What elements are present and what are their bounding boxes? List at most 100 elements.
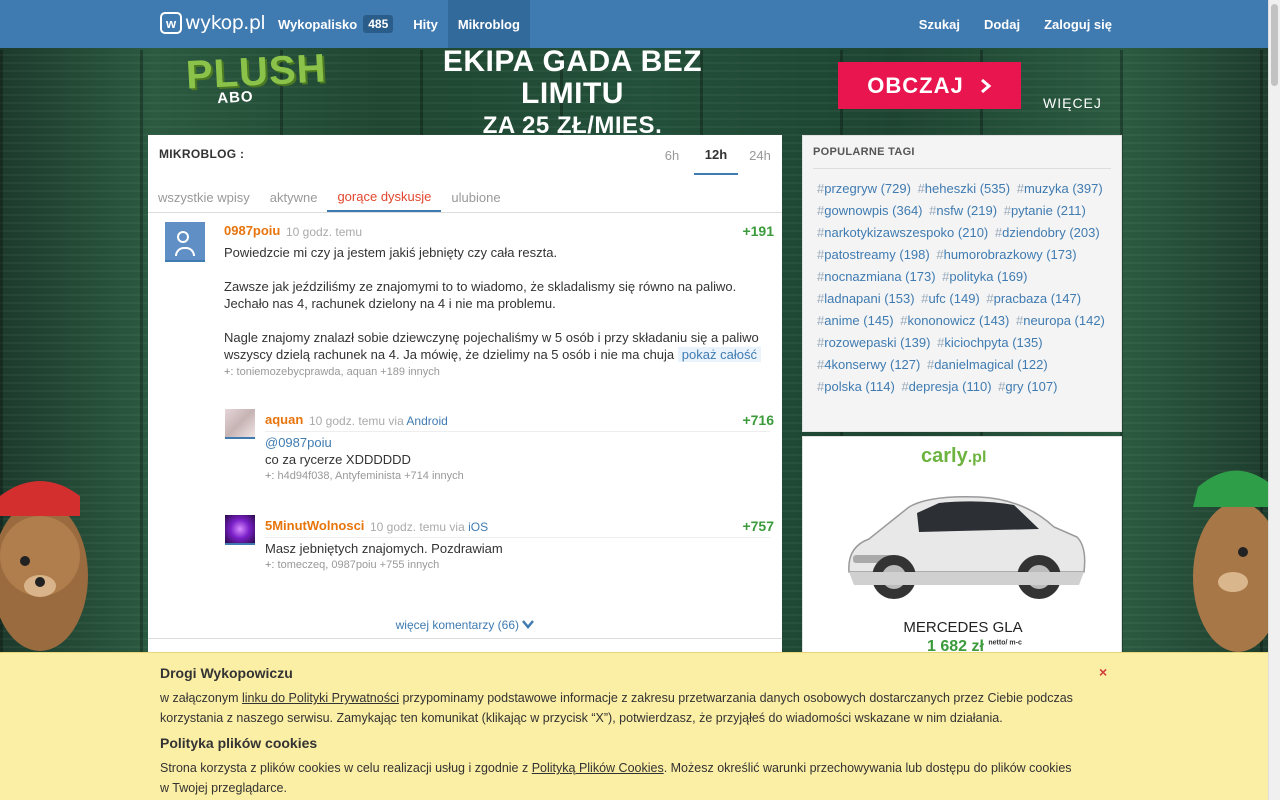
tag-link[interactable]: #przegryw (729)	[817, 181, 911, 196]
comment-time[interactable]: 10 godz. temu	[370, 520, 446, 534]
popular-tags-title: POPULARNE TAGI	[813, 146, 1111, 169]
comment-voters: +: tomeczeq, 0987poiu +755 innych	[265, 559, 439, 571]
car-ad-box[interactable]: carly.pl MERCEDES GLA 1 682 zł netto/ m-…	[802, 436, 1122, 656]
tag-link[interactable]: #muzyka (397)	[1017, 181, 1103, 196]
tab-active[interactable]: aktywne	[260, 182, 328, 212]
top-navigation-bar: w wykop.pl Wykopalisko 485 Hity Mikroblo…	[0, 0, 1268, 48]
voters-prefix: +:	[224, 366, 234, 378]
avatar[interactable]	[225, 409, 255, 439]
tag-link[interactable]: #patostreamy (198)	[817, 247, 930, 262]
tag-label: patostreamy (198)	[824, 247, 930, 262]
tag-link[interactable]: #anime (145)	[817, 313, 894, 328]
tag-link[interactable]: #kiciochpyta (135)	[937, 335, 1043, 350]
cookies-policy-link[interactable]: Polityką Plików Cookies	[532, 761, 664, 775]
entry-time[interactable]: 10 godz. temu	[286, 225, 362, 239]
privacy-policy-link[interactable]: linku do Polityki Prywatności	[242, 691, 399, 705]
tag-link[interactable]: #pracbaza (147)	[986, 291, 1081, 306]
tag-label: rozowepaski (139)	[824, 335, 931, 350]
nav-mikroblog[interactable]: Mikroblog	[447, 0, 530, 48]
tag-link[interactable]: #nocnazmiana (173)	[817, 269, 936, 284]
tag-link[interactable]: #gownowpis (364)	[817, 203, 923, 218]
show-more-link[interactable]: pokaż całość	[677, 347, 761, 362]
tag-link[interactable]: #polityka (169)	[942, 269, 1027, 284]
comment-score[interactable]: +757	[742, 518, 774, 534]
tag-link[interactable]: #pytanie (211)	[1004, 203, 1086, 218]
avatar[interactable]	[225, 515, 255, 545]
tag-link[interactable]: #nsfw (219)	[929, 203, 997, 218]
nav-hity[interactable]: Hity	[403, 0, 448, 48]
hash-icon: #	[936, 247, 944, 262]
tag-link[interactable]: #danielmagical (122)	[927, 357, 1048, 372]
comment-text: @0987poiu co za rycerze XDDDDDD	[265, 434, 411, 468]
tag-link[interactable]: #ladnapani (153)	[817, 291, 915, 306]
scrollbar-thumb[interactable]	[1271, 4, 1278, 86]
avatar[interactable]	[165, 222, 205, 262]
plush-logo[interactable]: PLUSH ABO	[185, 46, 328, 107]
tag-label: gownowpis (364)	[824, 203, 923, 218]
user-nav: Szukaj Dodaj Zaloguj się	[919, 0, 1112, 48]
tag-link[interactable]: #ufc (149)	[921, 291, 980, 306]
tag-link[interactable]: #polska (114)	[817, 379, 895, 394]
tag-link[interactable]: #neuropa (142)	[1016, 313, 1105, 328]
entry-score[interactable]: +191	[742, 223, 774, 239]
comment-via[interactable]: Android	[406, 414, 447, 428]
comment-time[interactable]: 10 godz. temu	[309, 414, 385, 428]
privacy-text-before: w załączonym	[160, 691, 242, 705]
tag-label: ufc (149)	[928, 291, 980, 306]
tag-link[interactable]: #dziendobry (203)	[995, 225, 1100, 240]
tag-link[interactable]: #narkotykizawszespoko (210)	[817, 225, 988, 240]
voters-prefix: +:	[265, 470, 275, 482]
user-body-icon	[175, 247, 195, 256]
voters-list[interactable]: tomeczeq, 0987poiu +755 innych	[278, 559, 440, 571]
comment-via[interactable]: iOS	[468, 520, 488, 534]
wykopalisko-count-badge: 485	[363, 15, 394, 33]
entry-body: Powiedzcie mi czy ja jestem jakiś jebnię…	[224, 245, 759, 362]
via-label: via	[388, 414, 404, 428]
page-scrollbar[interactable]	[1268, 0, 1280, 800]
carly-logo: carly.pl	[921, 445, 986, 468]
tab-24h[interactable]: 24h	[738, 135, 782, 175]
tag-label: polityka (169)	[949, 269, 1028, 284]
tag-link[interactable]: #humorobrazkowy (173)	[936, 247, 1076, 262]
banner-more-link[interactable]: WIĘCEJ	[1043, 95, 1102, 111]
tag-link[interactable]: #gry (107)	[998, 379, 1057, 394]
voters-list[interactable]: h4d94f038, Antyfeminista +714 innych	[278, 470, 464, 482]
banner-cta-button[interactable]: OBCZAJ	[838, 62, 1021, 109]
cookie-notice: Drogi Wykopowiczu w załączonym linku do …	[0, 652, 1268, 800]
tag-label: depresja (110)	[908, 379, 992, 394]
close-icon[interactable]: ×	[1099, 664, 1107, 680]
carly-suffix: .pl	[967, 449, 987, 466]
entry-voters: +: toniemozebycprawda, aquan +189 innych	[224, 366, 440, 378]
search-link[interactable]: Szukaj	[919, 17, 960, 32]
cookies-policy-title: Polityka plików cookies	[160, 735, 318, 751]
tab-hot-discussions[interactable]: gorące dyskusje	[327, 182, 442, 212]
popular-tags-box: POPULARNE TAGI #przegryw (729) #heheszki…	[802, 135, 1122, 432]
more-comments-link[interactable]: więcej komentarzy (66)	[148, 618, 782, 632]
tag-label: nocnazmiana (173)	[824, 269, 936, 284]
tab-6h[interactable]: 6h	[650, 135, 694, 175]
tag-link[interactable]: #4konserwy (127)	[817, 357, 920, 372]
wykop-logo[interactable]: w wykop.pl	[160, 12, 266, 34]
tag-link[interactable]: #heheszki (535)	[918, 181, 1011, 196]
tag-label: przegryw (729)	[824, 181, 911, 196]
comment-author[interactable]: aquan	[265, 412, 303, 427]
mention-link[interactable]: @0987poiu	[265, 435, 332, 450]
add-link[interactable]: Dodaj	[984, 17, 1020, 32]
tab-favorites[interactable]: ulubione	[441, 182, 510, 212]
entry-author[interactable]: 0987poiu	[224, 223, 280, 238]
comment-score[interactable]: +716	[742, 412, 774, 428]
tag-link[interactable]: #rozowepaski (139)	[817, 335, 930, 350]
login-link[interactable]: Zaloguj się	[1044, 17, 1112, 32]
tag-link[interactable]: #depresja (110)	[901, 379, 991, 394]
tag-link[interactable]: #kononowicz (143)	[900, 313, 1009, 328]
tab-all-entries[interactable]: wszystkie wpisy	[148, 182, 260, 212]
nav-wykopalisko[interactable]: Wykopalisko 485	[268, 0, 403, 48]
voters-list[interactable]: toniemozebycprawda, aquan +189 innych	[237, 366, 440, 378]
tab-12h[interactable]: 12h	[694, 135, 738, 175]
comment-author[interactable]: 5MinutWolnosci	[265, 518, 364, 533]
feed-tabs: wszystkie wpisy aktywne gorące dyskusje …	[148, 182, 511, 212]
comment-divider	[265, 537, 770, 538]
tag-label: kiciochpyta (135)	[944, 335, 1043, 350]
cookies-paragraph: Strona korzysta z plików cookies w celu …	[160, 758, 1080, 798]
hash-icon: #	[986, 291, 994, 306]
